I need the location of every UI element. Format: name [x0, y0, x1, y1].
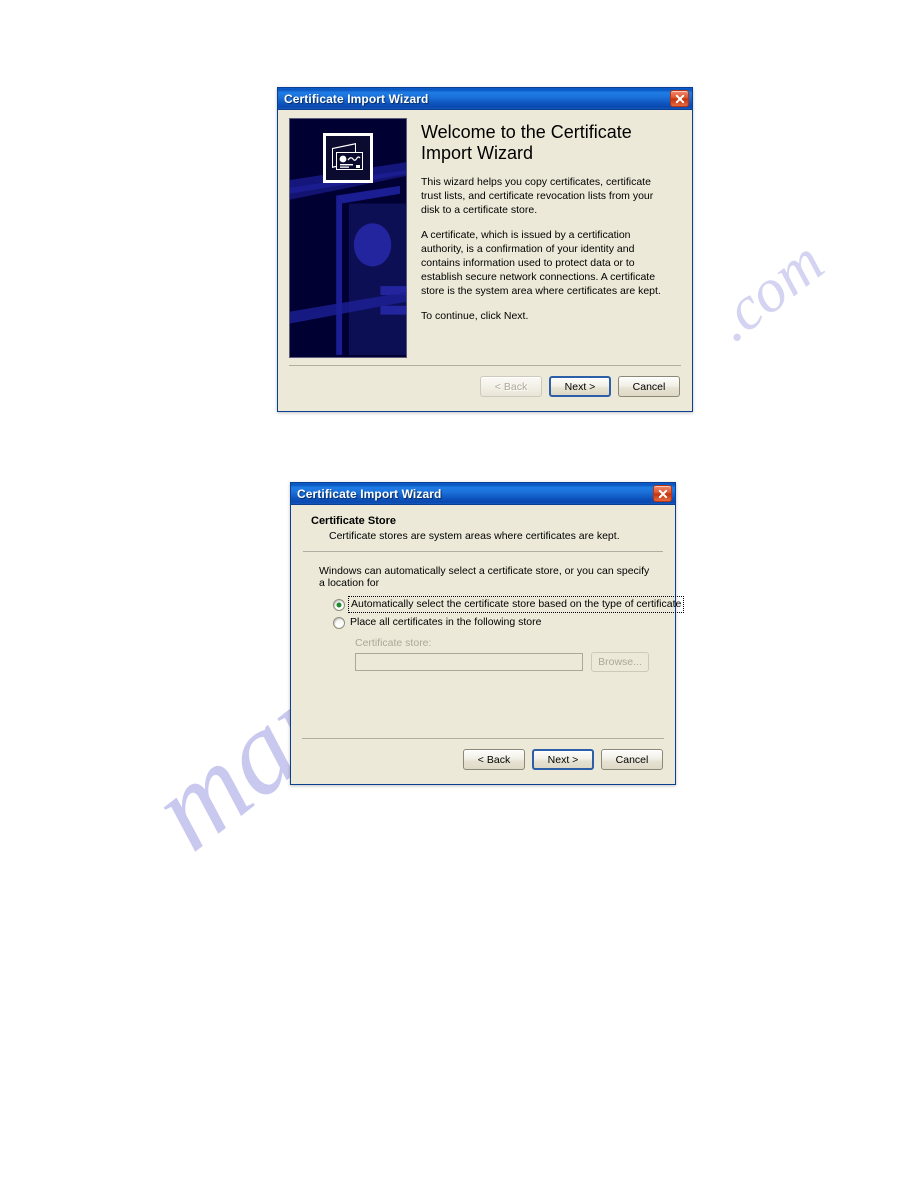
certificate-glyph — [326, 136, 370, 180]
back-button[interactable]: < Back — [480, 376, 542, 397]
certificate-store-group: Certificate store: Browse... — [355, 637, 657, 672]
certificate-store-input[interactable] — [355, 653, 583, 671]
radio-place-in-store-label[interactable]: Place all certificates in the following … — [350, 616, 541, 629]
dialog2-button-bar: < Back Next > Cancel — [291, 738, 675, 784]
dialog1-content: Welcome to the Certificate Import Wizard… — [278, 110, 692, 365]
page-subtitle: Certificate stores are system areas wher… — [329, 530, 620, 542]
back-button[interactable]: < Back — [463, 749, 525, 770]
close-icon[interactable] — [653, 485, 672, 502]
certificate-store-row: Browse... — [355, 652, 657, 672]
cancel-button[interactable]: Cancel — [601, 749, 663, 770]
radio-option-automatic[interactable]: Automatically select the certificate sto… — [333, 596, 685, 613]
welcome-heading: Welcome to the Certificate Import Wizard — [421, 122, 632, 164]
dialog1-buttons: < Back Next > Cancel — [480, 376, 680, 397]
intro-text: Windows can automatically select a certi… — [319, 565, 650, 589]
dialog1-body: Welcome to the Certificate Import Wizard… — [278, 110, 692, 411]
browse-button[interactable]: Browse... — [591, 652, 649, 672]
store-options-content: Windows can automatically select a certi… — [291, 552, 685, 672]
dialog1-button-separator — [289, 365, 681, 366]
watermark-text-com: .com — [700, 227, 837, 355]
next-button[interactable]: Next > — [549, 376, 611, 397]
page-header: Certificate Store Certificate stores are… — [291, 505, 675, 542]
dialog2-titlebar[interactable]: Certificate Import Wizard — [291, 483, 675, 505]
dialog2-buttons: < Back Next > Cancel — [463, 749, 663, 770]
next-button[interactable]: Next > — [532, 749, 594, 770]
radio-automatic-indicator[interactable] — [333, 599, 345, 611]
welcome-text-block: Welcome to the Certificate Import Wizard… — [407, 118, 684, 365]
radio-automatic-label[interactable]: Automatically select the certificate sto… — [347, 596, 685, 613]
dialog2-button-separator — [302, 738, 664, 739]
dialog2-title: Certificate Import Wizard — [297, 486, 442, 501]
certificate-import-wizard-store-dialog: Certificate Import Wizard Certificate St… — [290, 482, 685, 785]
page-title: Certificate Store — [311, 515, 396, 527]
dialog1-button-bar: < Back Next > Cancel — [278, 365, 692, 411]
welcome-paragraph-3: To continue, click Next. — [421, 310, 529, 323]
welcome-paragraph-1: This wizard helps you copy certificates,… — [421, 176, 654, 217]
dialog2-body: Certificate Store Certificate stores are… — [291, 505, 685, 784]
cancel-button[interactable]: Cancel — [618, 376, 680, 397]
certificate-import-wizard-welcome-dialog: Certificate Import Wizard Welcome to the… — [277, 87, 693, 412]
dialog1-title: Certificate Import Wizard — [284, 91, 429, 106]
welcome-paragraph-2: A certificate, which is issued by a cert… — [421, 229, 661, 298]
dialog1-titlebar[interactable]: Certificate Import Wizard — [278, 88, 692, 110]
certificate-icon — [323, 133, 373, 183]
radio-option-place-in-store[interactable]: Place all certificates in the following … — [333, 616, 657, 629]
wizard-banner-graphic — [289, 118, 407, 358]
certificate-store-label: Certificate store: — [355, 637, 432, 649]
radio-place-in-store-indicator[interactable] — [333, 617, 345, 629]
close-icon[interactable] — [670, 90, 689, 107]
